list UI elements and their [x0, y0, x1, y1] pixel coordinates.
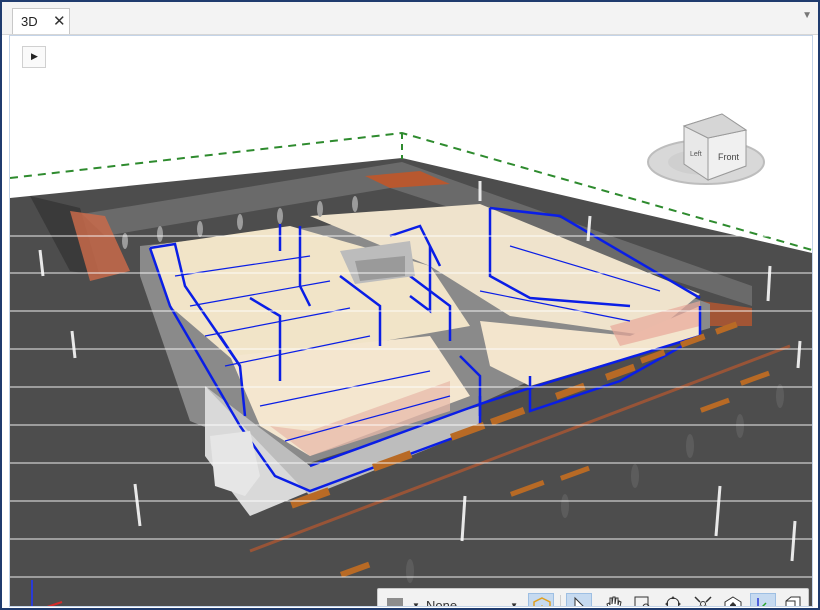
style-dropdown-icon[interactable]: ▼	[412, 601, 420, 606]
select-icon[interactable]	[566, 593, 592, 606]
zoom-window-icon[interactable]	[630, 593, 656, 606]
3d-viewport[interactable]: ▶ Front Left ▼ None ▼	[9, 35, 813, 607]
viewcube-widget[interactable]: Front Left	[644, 104, 774, 194]
chevron-down-icon[interactable]: ▼	[510, 601, 518, 606]
axis-toggle-icon[interactable]	[750, 593, 776, 606]
display-filter-value: None	[426, 598, 458, 607]
tab-list-dropdown-icon[interactable]: ▼	[802, 10, 812, 21]
orbit-icon[interactable]	[660, 593, 686, 606]
toolbar-separator	[560, 595, 561, 606]
box-view-icon[interactable]	[780, 593, 806, 606]
expand-panel-button[interactable]: ▶	[22, 46, 46, 68]
zoom-extents-icon[interactable]	[690, 593, 716, 606]
pan-icon[interactable]	[600, 593, 626, 606]
home-view-icon[interactable]	[720, 593, 746, 606]
display-style-icon[interactable]	[382, 593, 408, 606]
close-icon[interactable]: ✕	[53, 12, 66, 30]
display-filter-select[interactable]: ▼ None ▼	[410, 596, 520, 607]
tab-bar: 3D ✕ ▼	[2, 2, 818, 35]
axis-triad-icon	[31, 580, 63, 606]
tab-3d[interactable]: 3D ✕	[12, 8, 70, 34]
window-frame: 3D ✕ ▼ ▶ Front Left ▼ None ▼	[0, 0, 820, 610]
viewcube-front-label[interactable]: Front	[718, 152, 740, 162]
filter-cube-icon[interactable]	[528, 593, 554, 606]
tab-label: 3D	[21, 14, 38, 29]
play-icon: ▶	[31, 51, 38, 61]
view-toolbar: ▼ None ▼	[377, 588, 809, 607]
viewcube-left-label[interactable]: Left	[690, 151, 702, 158]
